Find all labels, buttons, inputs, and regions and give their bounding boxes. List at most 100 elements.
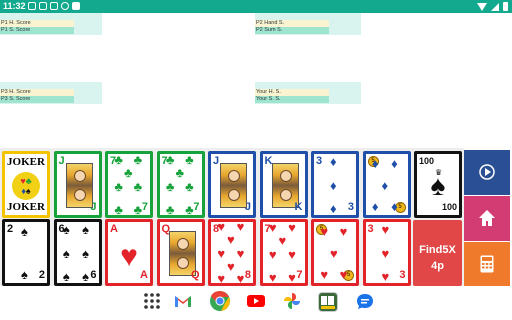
calendar-icon <box>50 2 58 10</box>
suit-icon: ♠ <box>82 245 89 261</box>
card-rank: 100 <box>419 156 435 166</box>
playing-card[interactable]: 555♦♦♦♦♦5 <box>362 151 411 218</box>
joker-label-top: JOKER <box>7 156 45 168</box>
suit-icon: ♣ <box>185 152 194 168</box>
suit-icon: ♥ <box>236 245 245 261</box>
suit-icon: ♥ <box>227 258 235 274</box>
play-button[interactable] <box>464 150 510 195</box>
suit-icon: ♦ <box>330 200 337 216</box>
playing-card[interactable]: 7 ♣ ♣ ♣ ♣ ♣ ♣ ♣ 7 <box>105 151 153 218</box>
suit-icon: ♦ <box>371 156 379 172</box>
suit-icon: ♦ <box>391 156 398 172</box>
suit-icon: ♦ <box>371 198 379 214</box>
playing-card[interactable]: 555♥♥♥♥♥5 <box>311 219 359 286</box>
your-sum-score: Your S. S. <box>255 96 329 103</box>
face-icon <box>176 238 189 250</box>
suit-icon: ♥ <box>320 266 329 282</box>
playing-card[interactable]: KK <box>259 151 308 218</box>
suit-icon: ♣ <box>133 201 143 217</box>
suit-icon: ♥ <box>339 224 348 240</box>
find5x-app[interactable] <box>318 292 338 312</box>
suit-icon: ♥ <box>236 219 245 234</box>
face-icon <box>228 170 240 182</box>
face-icon <box>73 189 86 201</box>
playing-card[interactable]: JJ <box>53 151 102 218</box>
wifi-icon <box>477 2 487 11</box>
card-rank: J <box>213 155 220 167</box>
face-icon <box>279 170 292 182</box>
calculator-button[interactable] <box>464 242 510 286</box>
card-rank: 3 <box>367 223 374 235</box>
youtube-app[interactable] <box>247 292 265 310</box>
suit-icon: ♥ <box>339 266 348 282</box>
playing-card[interactable]: 8 ♥ ♥ ♥ ♥ ♥ ♥ ♥ ♥ 8 <box>208 219 256 286</box>
gmail-app[interactable] <box>174 292 192 310</box>
suit-icon: ♥ <box>278 233 287 249</box>
card-rank: 100 <box>441 202 457 212</box>
playing-card[interactable]: QQ <box>156 219 205 286</box>
p3-sum-score: P3 S. Score <box>0 96 74 103</box>
suit-icon: ♣ <box>133 152 143 168</box>
suit-icon: ♥ <box>381 222 390 238</box>
suit-icon: ♥ <box>217 245 226 261</box>
home-button[interactable] <box>464 196 510 241</box>
playing-card[interactable]: 6 ♠ ♠ ♠ ♠ ♠ ♠ 6 <box>53 219 102 286</box>
signal-icon <box>491 2 499 11</box>
your-hand-score: Your H. S. <box>255 89 329 96</box>
card-rank: A <box>110 223 118 235</box>
court-figure <box>220 163 247 208</box>
suit-icon: ♥ <box>288 246 296 262</box>
app-drawer[interactable] <box>143 292 161 310</box>
suit-icon: ♥ <box>288 220 296 236</box>
suit-icon: ♥ <box>217 270 226 286</box>
accessibility-icon <box>61 2 69 10</box>
suit-icon: ♥ <box>236 270 245 286</box>
pinwheel-icon <box>284 293 300 309</box>
p2-sum-score: P2 Sum S. <box>255 27 329 34</box>
suit-icon: ♥ <box>320 224 329 240</box>
card-rank: Q <box>190 269 200 281</box>
suit-icon: ♥ <box>217 219 226 234</box>
playing-card[interactable]: 7 ♣ ♣ ♣ ♣ ♣ ♣ ♣ 7 <box>156 151 205 218</box>
playing-card[interactable]: A ♥ A <box>105 219 153 286</box>
suit-icon: ♣ <box>175 165 185 181</box>
gmail-icon <box>175 296 191 307</box>
suit-icon: ♣ <box>124 165 133 181</box>
playing-card[interactable]: JJ <box>208 151 256 218</box>
suit-icon: ♠ <box>82 268 89 284</box>
playing-card[interactable]: 7 ♥ ♥ ♥ ♥ ♥ ♥ ♥ 7 <box>259 219 308 286</box>
chrome-app[interactable] <box>209 290 230 311</box>
suit-icon: ♣ <box>185 201 194 217</box>
messages-app[interactable] <box>356 292 374 310</box>
suit-icon: ♠ <box>430 170 446 201</box>
suit-icon: ♥ <box>381 268 390 284</box>
suit-icon: ♥ <box>268 246 277 262</box>
suit-icon: ♦ <box>381 177 389 193</box>
p3-hand-score: P3 H. Score <box>0 89 74 96</box>
playing-card[interactable]: 100 ♛ ♠ 100 <box>414 151 462 218</box>
suit-icon: ♥ <box>120 240 138 273</box>
playing-card[interactable]: 3 ♥ ♥ ♥ 3 <box>362 219 411 286</box>
calculator-icon <box>480 255 494 273</box>
suit-icon: ♥ <box>330 245 338 261</box>
playing-card[interactable]: 2 ♠ ♠ 2 <box>2 219 50 286</box>
suit-icon: ♦ <box>330 154 337 170</box>
suit-icon: ♥ <box>288 269 296 285</box>
card-rank: J <box>58 155 65 167</box>
find5x-promo[interactable]: Find5X 4p <box>413 220 462 286</box>
clock: 11:32 <box>3 1 26 11</box>
suit-icon: ♠ <box>21 266 28 282</box>
card-rank: 2 <box>7 223 14 235</box>
card-rank: 3 <box>347 201 354 213</box>
p1-hand-score: P1 H. Score <box>0 20 74 27</box>
playing-card[interactable]: 3 ♦ ♦ ♦ 3 <box>311 151 359 218</box>
photos-app[interactable] <box>283 292 301 310</box>
playing-card[interactable]: JOKER ♥♣ ♦♠ JOKER <box>2 151 50 218</box>
joker-suits: ♥♣ ♦♠ <box>20 176 32 196</box>
card-rank: 7 <box>141 201 148 213</box>
p2-hand-score: P2 Hand S. <box>255 20 329 27</box>
suit-icon: ♣ <box>185 178 194 194</box>
joker-label-bottom: JOKER <box>7 201 45 213</box>
gmail-icon <box>28 2 36 10</box>
card-rank: 7 <box>193 201 200 213</box>
